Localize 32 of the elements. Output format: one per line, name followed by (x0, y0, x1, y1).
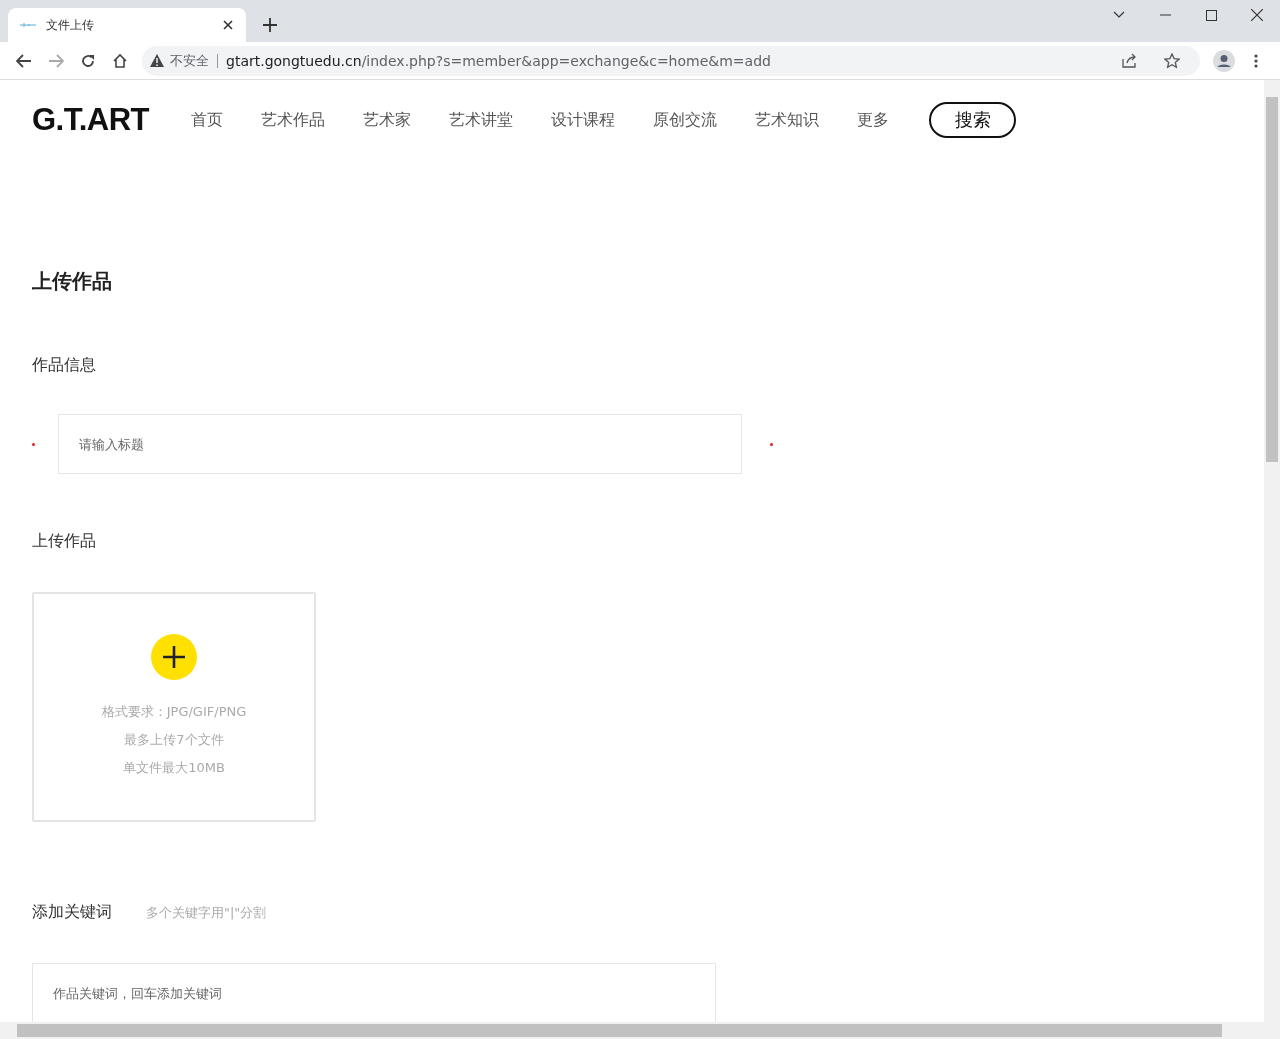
nav-link[interactable]: 原创交流 (653, 109, 718, 131)
keyword-input-field[interactable]: 作品关键词，回车添加关键词 (32, 963, 716, 1022)
section-label: 添加关键词 (32, 902, 112, 923)
search-button[interactable]: 搜索 (929, 102, 1017, 138)
upload-hint: 单文件最大10MB (123, 759, 225, 777)
url-text: gtart.gongtuedu.cn/index.php?s=member&app=exchange&c=home&m=add (225, 52, 772, 69)
share-icon[interactable] (1122, 53, 1138, 68)
site-favicon-icon (20, 22, 36, 28)
nav-link[interactable]: 艺术作品 (261, 109, 326, 131)
site-logo[interactable]: G.T.ART (32, 102, 150, 138)
nav-link[interactable]: 更多 (857, 109, 890, 131)
keyword-hint: 多个关键字用"|"分割 (146, 904, 267, 922)
upload-hint: 最多上传7个文件 (124, 731, 224, 749)
add-icon[interactable] (151, 634, 197, 680)
star-icon[interactable] (1164, 52, 1180, 69)
nav-link[interactable]: 设计课程 (551, 109, 616, 131)
vertical-scrollbar[interactable] (1264, 80, 1280, 1039)
address-bar[interactable]: 不安全 gtart.gongtuedu.cn/index.php?s=member&app=exchange&c=home&m=add (142, 45, 1200, 76)
section-label: 作品信息 (32, 355, 97, 376)
title-input-field[interactable]: 请输入标题 (58, 414, 742, 474)
section-label: 上传作品 (32, 531, 97, 552)
security-label: 不安全 (170, 53, 218, 68)
upload-hint: 格式要求：JPG/GIF/PNG (101, 703, 247, 721)
warning-icon (150, 54, 164, 67)
nav-link[interactable]: 首页 (191, 109, 224, 131)
browser-tab[interactable]: 文件上传 (8, 8, 246, 42)
nav-link[interactable]: 艺术家 (363, 109, 412, 131)
page-title: 上传作品 (32, 268, 113, 295)
nav-link[interactable]: 艺术知识 (755, 109, 820, 131)
nav-link[interactable]: 艺术讲堂 (449, 109, 514, 131)
horizontal-scrollbar[interactable] (0, 1022, 1264, 1039)
tab-title: 文件上传 (46, 16, 95, 34)
